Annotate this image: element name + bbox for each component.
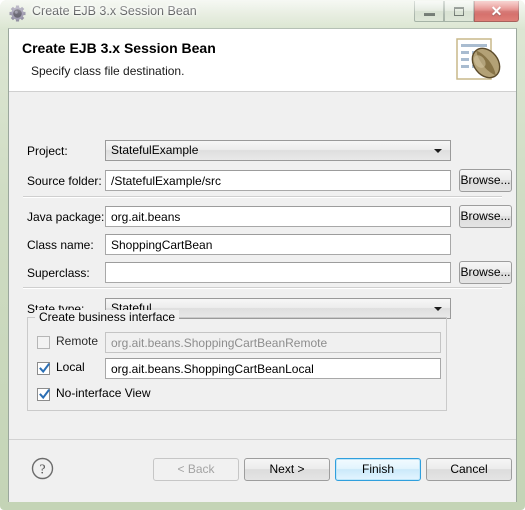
remote-checkbox[interactable]	[37, 336, 50, 349]
wizard-header: Create EJB 3.x Session Bean Specify clas…	[9, 29, 516, 92]
back-button: < Back	[153, 458, 239, 481]
close-icon: ✕	[490, 3, 503, 19]
project-value: StatefulExample	[111, 143, 199, 157]
page-subtitle: Specify class file destination.	[31, 64, 185, 78]
project-combobox[interactable]: StatefulExample	[105, 140, 451, 161]
class-name-label: Class name:	[27, 238, 94, 252]
java-package-input[interactable]	[105, 206, 451, 227]
chevron-down-icon	[434, 307, 442, 311]
window-title: Create EJB 3.x Session Bean	[32, 4, 197, 18]
no-interface-view-label: No-interface View	[56, 386, 151, 400]
project-label: Project:	[27, 144, 68, 158]
java-bean-class-file-icon	[449, 35, 509, 87]
local-interface-input[interactable]	[105, 358, 441, 379]
source-folder-browse-button[interactable]: Browse...	[459, 169, 512, 192]
minimize-button[interactable]	[414, 1, 444, 22]
superclass-input[interactable]	[105, 262, 451, 283]
source-folder-input[interactable]	[105, 170, 451, 191]
svg-text:?: ?	[40, 461, 46, 476]
separator-2	[23, 287, 502, 289]
java-package-label: Java package:	[27, 210, 105, 224]
dialog-client-area: Create EJB 3.x Session Bean Specify clas…	[8, 28, 517, 502]
no-interface-view-checkbox[interactable]	[37, 388, 50, 401]
dialog-button-bar: ? < Back Next > Finish Cancel	[9, 439, 516, 502]
wizard-form: Project: StatefulExample Source folder: …	[9, 91, 516, 439]
business-interface-legend: Create business interface	[35, 310, 180, 324]
java-package-browse-button[interactable]: Browse...	[459, 205, 512, 228]
maximize-button[interactable]	[444, 1, 474, 22]
remote-label: Remote	[56, 334, 99, 348]
finish-button[interactable]: Finish	[335, 458, 421, 481]
title-bar[interactable]: Create EJB 3.x Session Bean ✕	[0, 0, 525, 28]
chevron-down-icon	[434, 149, 442, 153]
class-name-input[interactable]	[105, 234, 451, 255]
separator-1	[23, 196, 502, 198]
superclass-browse-button[interactable]: Browse...	[459, 261, 512, 284]
local-checkbox[interactable]	[37, 362, 50, 375]
page-title: Create EJB 3.x Session Bean	[22, 40, 216, 56]
cancel-button[interactable]: Cancel	[426, 458, 512, 481]
help-icon[interactable]: ?	[31, 457, 54, 480]
dialog-window: Create EJB 3.x Session Bean ✕ Create EJB…	[0, 0, 525, 510]
superclass-label: Superclass:	[27, 266, 90, 280]
close-button[interactable]: ✕	[474, 1, 519, 22]
source-folder-label: Source folder:	[27, 174, 102, 188]
local-label: Local	[56, 360, 85, 374]
ejb-wizard-gear-icon	[9, 5, 26, 22]
minimize-icon	[423, 13, 435, 16]
maximize-icon	[454, 6, 464, 16]
remote-interface-input	[105, 332, 441, 353]
checkmark-icon	[39, 388, 50, 400]
checkmark-icon	[39, 362, 50, 374]
next-button[interactable]: Next >	[244, 458, 330, 481]
